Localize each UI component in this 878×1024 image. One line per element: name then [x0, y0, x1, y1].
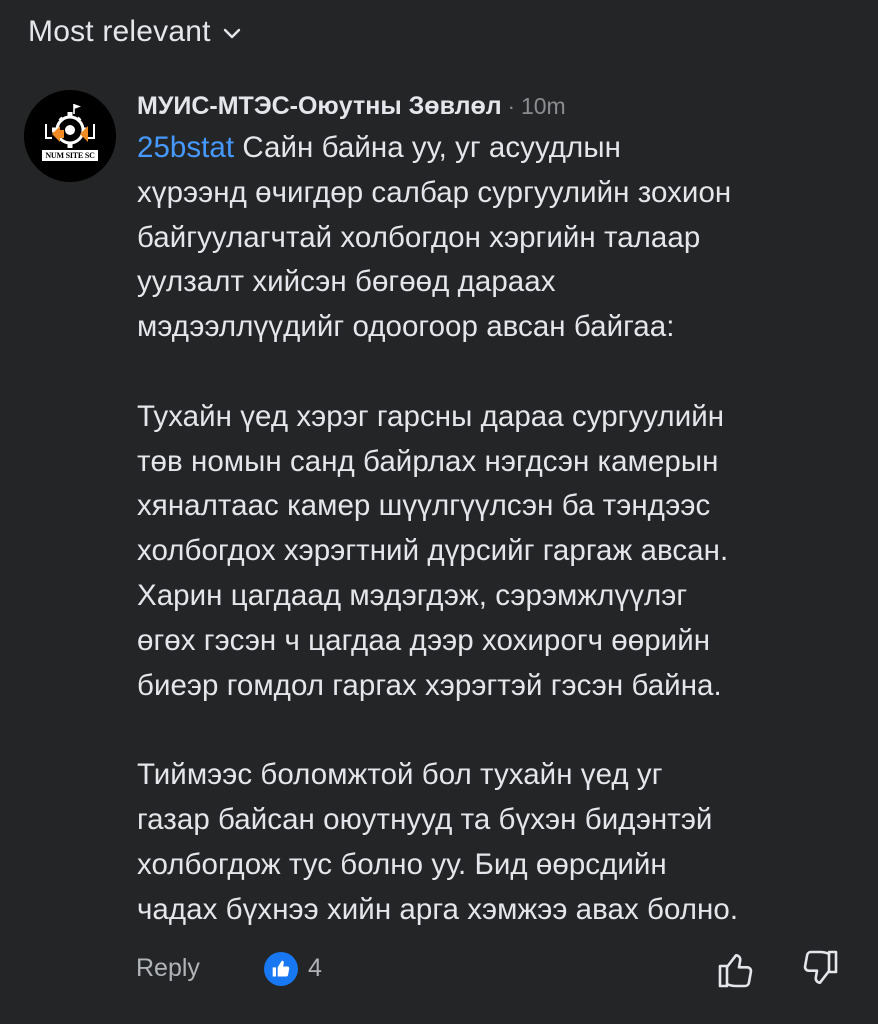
comment-line: газар байсан оюутнууд та бүхэн бидэнтэй — [137, 802, 713, 836]
comment-timestamp[interactable]: 10m — [521, 86, 566, 126]
comment-meta: МУИС-МТЭС-Оюутны Зөвлөл · 10m — [137, 86, 857, 126]
sort-label: Most relevant — [28, 15, 211, 48]
comment-line: төв номын санд байрлах нэгдсэн камерын — [137, 444, 719, 478]
mention-link[interactable]: 25bstat — [137, 131, 234, 164]
thumbs-down-icon[interactable] — [800, 948, 840, 990]
chevron-down-icon — [223, 28, 241, 40]
comment-line: чадах бүхнээ хийн арга хэмжээ авах болно… — [137, 892, 739, 926]
comment-line: 25bstat Сайн байна уу, уг асуудлын — [137, 131, 621, 164]
like-badge-icon[interactable] — [264, 952, 298, 986]
sort-dropdown[interactable]: Most relevant — [28, 12, 241, 52]
comment-line: холбогдох хэрэгтний дүрсийг гаргаж авсан… — [137, 534, 729, 568]
comment-line: мэдээллүүдийг одоогоор авсан байгаа: — [137, 310, 675, 344]
comment-line: уулзалт хийсэн бөгөөд дараах — [137, 265, 556, 299]
comment-line: Тиймээс боломжтой бол тухайн үед уг — [137, 758, 663, 792]
thumbs-up-icon[interactable] — [716, 948, 756, 990]
comment-line: биеэр гомдол гаргах хэрэгтэй гэсэн байна… — [137, 668, 722, 702]
org-logo-icon — [24, 90, 116, 182]
comment-body: МУИС-МТЭС-Оюутны Зөвлөл · 10m 25bstat Са… — [137, 86, 857, 932]
reply-button[interactable]: Reply — [136, 954, 200, 983]
comment-line: холбогдож тус болно уу. Бид өөрсдийн — [137, 847, 667, 881]
avatar[interactable]: NUM SITE SC — [24, 90, 116, 182]
comment-author[interactable]: МУИС-МТЭС-Оюутны Зөвлөл — [137, 86, 502, 126]
comment-line: өгөх гэсэн ч цагдаа дээр хохирогч өөрийн — [137, 623, 711, 657]
comment-line: байгуулагчтай холбогдон хэргийн талаар — [137, 220, 701, 254]
comment-text: 25bstat Сайн байна уу, уг асуудлын хүрээ… — [137, 126, 857, 932]
meta-separator: · — [507, 94, 515, 119]
avatar-caption: NUM SITE SC — [45, 151, 95, 160]
comment-actions: Reply 4 — [136, 948, 856, 994]
comment-line: Тухайн үед хэрэг гарсны дараа сургуулийн — [137, 399, 725, 433]
comment-line: Харин цагдаад мэдэгдэж, сэрэмжлүүлэг — [137, 578, 688, 612]
comment-line: хүрээнд өчигдөр салбар сургуулийн зохион — [137, 175, 732, 209]
comment-line: хяналтаас камер шүүлгүүлсэн ба тэндээс — [137, 489, 711, 523]
like-count[interactable]: 4 — [308, 954, 322, 983]
